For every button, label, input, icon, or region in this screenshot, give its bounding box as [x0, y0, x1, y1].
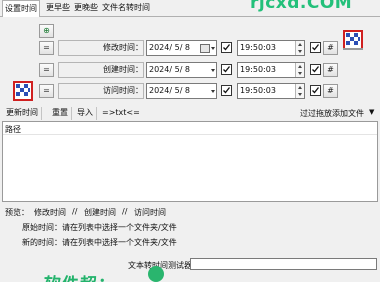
created-date-picker[interactable]: 2024/ 5/ 8: [146, 62, 217, 78]
spin-up-icon[interactable]: [298, 86, 302, 89]
row-modified-label: 修改时间：: [103, 43, 143, 52]
modified-time-checkbox[interactable]: [310, 42, 321, 53]
accessed-time-value: 19:50:03: [240, 86, 276, 95]
reset-button[interactable]: 重置: [49, 107, 72, 120]
add-row-button[interactable]: ⊕: [39, 24, 54, 38]
created-time-value: 19:50:03: [240, 65, 276, 74]
tab-earlier[interactable]: 更早些: [44, 0, 72, 16]
accessed-time-spinner[interactable]: [295, 84, 304, 98]
chevron-down-icon[interactable]: [211, 47, 215, 50]
accessed-date-checkbox[interactable]: [221, 85, 232, 96]
brand-logo-icon: [148, 266, 164, 282]
tab-filename-to-time[interactable]: 文件名转时间: [100, 0, 152, 16]
brand-watermark: 软件超：: [44, 270, 116, 282]
preview-modified: 修改时间: [34, 208, 66, 217]
modified-date-value: 2024/ 5/ 8: [149, 43, 191, 52]
created-date-checkbox[interactable]: [221, 64, 232, 75]
spin-up-icon[interactable]: [298, 65, 302, 68]
accessed-time-checkbox[interactable]: [310, 85, 321, 96]
accessed-date-picker[interactable]: 2024/ 5/ 8: [146, 83, 217, 99]
app-side-icon[interactable]: [13, 81, 33, 101]
spin-down-icon[interactable]: [298, 93, 302, 96]
update-time-button[interactable]: 更新时间: [3, 107, 42, 120]
row-created-equal-button[interactable]: =: [39, 63, 54, 77]
created-hash-button[interactable]: #: [323, 63, 338, 77]
original-time-info: 原始时间：请在列表中选择一个文件夹/文件: [22, 223, 177, 232]
drop-add-files-label[interactable]: 过过拖放添加文件: [300, 108, 364, 119]
calendar-icon[interactable]: [200, 44, 210, 53]
accessed-date-value: 2024/ 5/ 8: [149, 86, 191, 95]
tab-strip-divider: [0, 16, 380, 17]
preview-created: 创建时间: [84, 208, 116, 217]
modified-time-spinner[interactable]: [295, 41, 304, 55]
preview-separator: //: [122, 207, 128, 216]
list-header-divider: [3, 134, 377, 135]
modified-hash-button[interactable]: #: [323, 41, 338, 55]
app-corner-icon[interactable]: [343, 30, 363, 50]
tab-set-time[interactable]: 设置时间: [2, 0, 40, 17]
tab-later[interactable]: 更晚些: [72, 0, 100, 16]
modified-date-checkbox[interactable]: [221, 42, 232, 53]
row-created-label: 创建时间：: [103, 65, 143, 74]
created-date-value: 2024/ 5/ 8: [149, 65, 191, 74]
chevron-down-icon[interactable]: ▼: [369, 108, 374, 116]
row-accessed-label: 访问时间：: [103, 86, 143, 95]
created-time-spinner[interactable]: [295, 63, 304, 77]
convert-txt-button[interactable]: =>txt<=: [99, 107, 143, 120]
import-button[interactable]: 导入: [74, 107, 97, 120]
chevron-down-icon[interactable]: [211, 69, 215, 72]
spin-up-icon[interactable]: [298, 43, 302, 46]
new-time-info: 新的时间：请在列表中选择一个文件夹/文件: [22, 238, 177, 247]
created-time-checkbox[interactable]: [310, 64, 321, 75]
accessed-hash-button[interactable]: #: [323, 84, 338, 98]
spin-down-icon[interactable]: [298, 72, 302, 75]
row-modified-equal-button[interactable]: =: [39, 41, 54, 55]
watermark-text: rjcxd.COM: [250, 0, 353, 13]
text-to-time-tester-input[interactable]: [190, 258, 377, 270]
chevron-down-icon[interactable]: [211, 90, 215, 93]
modified-time-value: 19:50:03: [240, 43, 276, 52]
preview-separator: //: [72, 207, 78, 216]
spin-down-icon[interactable]: [298, 50, 302, 53]
row-accessed-equal-button[interactable]: =: [39, 84, 54, 98]
preview-accessed: 访问时间: [134, 208, 166, 217]
preview-label: 预览：: [5, 208, 29, 217]
